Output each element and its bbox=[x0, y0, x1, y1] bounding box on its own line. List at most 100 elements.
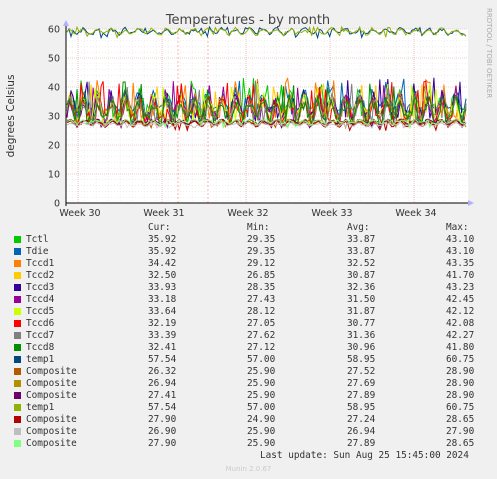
legend-name: temp1 bbox=[26, 354, 55, 365]
legend-min: 24.90 bbox=[247, 414, 276, 425]
legend-row: Tccd8 32.41 27.12 30.96 41.80 bbox=[0, 342, 497, 354]
legend-max: 43.23 bbox=[446, 282, 475, 293]
legend-max: 60.75 bbox=[446, 402, 475, 413]
legend-min: 26.85 bbox=[247, 270, 276, 281]
legend-min: 29.35 bbox=[247, 246, 276, 257]
legend-cur: 26.32 bbox=[148, 366, 177, 377]
legend-row: Composite 26.32 25.90 27.52 28.90 bbox=[0, 366, 497, 378]
legend-swatch bbox=[14, 236, 21, 243]
legend-min: 57.00 bbox=[247, 354, 276, 365]
y-tick-label: 20 bbox=[48, 141, 60, 152]
legend-swatch bbox=[14, 404, 21, 411]
legend-swatch bbox=[14, 248, 21, 255]
legend-max: 42.08 bbox=[446, 318, 475, 329]
legend-avg: 33.87 bbox=[347, 246, 376, 257]
legend-max: 28.90 bbox=[446, 378, 475, 389]
legend-name: temp1 bbox=[26, 402, 55, 413]
y-tick-label: 60 bbox=[48, 25, 60, 36]
legend-avg: 58.95 bbox=[347, 354, 376, 365]
legend-row: Tdie 35.92 29.35 33.87 43.10 bbox=[0, 246, 497, 258]
legend-row: Composite 27.90 25.90 27.89 28.65 bbox=[0, 438, 497, 450]
legend-max: 28.90 bbox=[446, 390, 475, 401]
legend-cur: 57.54 bbox=[148, 354, 177, 365]
legend-row: Tccd4 33.18 27.43 31.50 42.45 bbox=[0, 294, 497, 306]
legend-rows: Tctl 35.92 29.35 33.87 43.10 Tdie 35.92 29.35 33… bbox=[0, 234, 497, 450]
legend-cur: 32.19 bbox=[148, 318, 177, 329]
legend-row: Tccd7 33.39 27.62 31.36 42.27 bbox=[0, 330, 497, 342]
legend-name: Tdie bbox=[26, 246, 49, 257]
chart: Temperatures - by month degrees Celsius … bbox=[5, 8, 493, 219]
legend-swatch bbox=[14, 428, 21, 435]
legend-avg: 32.36 bbox=[347, 282, 376, 293]
legend-header-avg: Avg: bbox=[347, 222, 370, 233]
x-tick-label: Week 33 bbox=[311, 208, 352, 219]
legend-swatch bbox=[14, 296, 21, 303]
legend-avg: 31.50 bbox=[347, 294, 376, 305]
legend-min: 25.90 bbox=[247, 366, 276, 377]
legend-header: Cur: Min: Avg: Max: bbox=[0, 222, 497, 234]
legend-name: Tccd3 bbox=[26, 282, 55, 293]
legend-cur: 33.18 bbox=[148, 294, 177, 305]
legend-avg: 33.87 bbox=[347, 234, 376, 245]
legend-swatch bbox=[14, 416, 21, 423]
legend-avg: 31.36 bbox=[347, 330, 376, 341]
legend-name: Composite bbox=[26, 438, 77, 449]
legend-swatch bbox=[14, 272, 21, 279]
legend-min: 27.05 bbox=[247, 318, 276, 329]
legend-swatch bbox=[14, 284, 21, 291]
y-tick-label: 40 bbox=[48, 83, 60, 94]
x-tick-label: Week 32 bbox=[227, 208, 268, 219]
legend-row: Tctl 35.92 29.35 33.87 43.10 bbox=[0, 234, 497, 246]
legend-row: Composite 27.90 24.90 27.24 28.65 bbox=[0, 414, 497, 426]
munin-version: Munin 2.0.67 bbox=[225, 465, 272, 473]
x-tick-label: Week 30 bbox=[59, 208, 100, 219]
legend-min: 57.00 bbox=[247, 402, 276, 413]
legend-min: 29.35 bbox=[247, 234, 276, 245]
legend-row: Tccd5 33.64 28.12 31.87 42.12 bbox=[0, 306, 497, 318]
legend-avg: 27.89 bbox=[347, 438, 376, 449]
legend-cur: 27.41 bbox=[148, 390, 177, 401]
legend-name: Composite bbox=[26, 414, 77, 425]
legend-cur: 33.64 bbox=[148, 306, 177, 317]
y-tick-label: 10 bbox=[48, 170, 60, 181]
legend-avg: 31.87 bbox=[347, 306, 376, 317]
legend-cur: 27.90 bbox=[148, 438, 177, 449]
legend: Cur: Min: Avg: Max: Tctl 35.92 29.35 33.87 4… bbox=[0, 222, 497, 450]
legend-avg: 27.52 bbox=[347, 366, 376, 377]
legend-swatch bbox=[14, 320, 21, 327]
legend-header-min: Min: bbox=[247, 222, 270, 233]
legend-swatch bbox=[14, 440, 21, 447]
legend-swatch bbox=[14, 392, 21, 399]
legend-row: Composite 27.41 25.90 27.89 28.90 bbox=[0, 390, 497, 402]
legend-name: Tctl bbox=[26, 234, 49, 245]
y-tick-label: 30 bbox=[48, 112, 60, 123]
legend-row: temp1 57.54 57.00 58.95 60.75 bbox=[0, 354, 497, 366]
legend-swatch bbox=[14, 356, 21, 363]
legend-cur: 33.39 bbox=[148, 330, 177, 341]
legend-max: 42.27 bbox=[446, 330, 475, 341]
rrdtool-credit: RRDTOOL / TOBI OETIKER bbox=[485, 8, 493, 98]
legend-max: 28.90 bbox=[446, 366, 475, 377]
legend-avg: 30.96 bbox=[347, 342, 376, 353]
legend-row: Tccd3 33.93 28.35 32.36 43.23 bbox=[0, 282, 497, 294]
last-update: Last update: Sun Aug 25 15:45:00 2024 bbox=[260, 450, 469, 461]
legend-name: Composite bbox=[26, 366, 77, 377]
legend-min: 25.90 bbox=[247, 378, 276, 389]
legend-name: Tccd4 bbox=[26, 294, 55, 305]
legend-avg: 26.94 bbox=[347, 426, 376, 437]
legend-min: 25.90 bbox=[247, 438, 276, 449]
legend-max: 41.70 bbox=[446, 270, 475, 281]
legend-avg: 30.87 bbox=[347, 270, 376, 281]
legend-max: 43.35 bbox=[446, 258, 475, 269]
legend-max: 60.75 bbox=[446, 354, 475, 365]
legend-max: 28.65 bbox=[446, 438, 475, 449]
legend-avg: 27.69 bbox=[347, 378, 376, 389]
legend-max: 42.45 bbox=[446, 294, 475, 305]
legend-name: Tccd7 bbox=[26, 330, 55, 341]
legend-min: 25.90 bbox=[247, 390, 276, 401]
legend-avg: 30.77 bbox=[347, 318, 376, 329]
legend-header-max: Max: bbox=[446, 222, 469, 233]
y-axis-arrow bbox=[63, 20, 69, 26]
legend-row: temp1 57.54 57.00 58.95 60.75 bbox=[0, 402, 497, 414]
legend-row: Composite 26.94 25.90 27.69 28.90 bbox=[0, 378, 497, 390]
